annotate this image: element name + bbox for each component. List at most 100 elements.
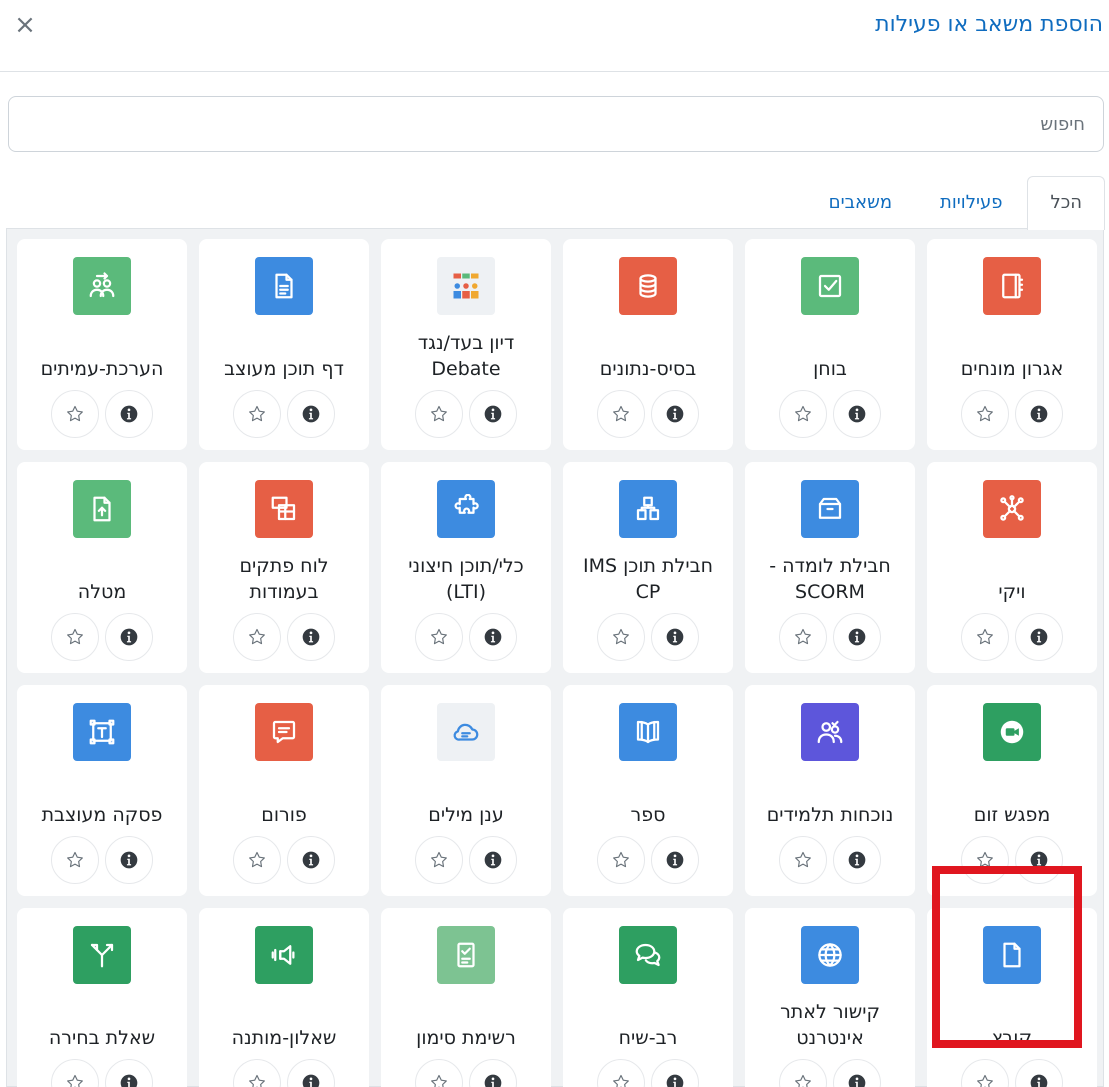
star-icon[interactable]: [415, 1059, 463, 1087]
info-icon[interactable]: [1015, 836, 1063, 884]
wiki-icon: [983, 480, 1041, 538]
info-icon[interactable]: [1015, 613, 1063, 661]
star-icon[interactable]: [597, 390, 645, 438]
database-icon: [619, 257, 677, 315]
star-icon[interactable]: [51, 1059, 99, 1087]
star-icon[interactable]: [51, 390, 99, 438]
star-icon[interactable]: [597, 613, 645, 661]
module-card[interactable]: לוח פתקים בעמודות: [199, 462, 369, 673]
star-icon[interactable]: [233, 613, 281, 661]
info-icon[interactable]: [105, 613, 153, 661]
tab-resources[interactable]: משאבים: [806, 176, 915, 230]
info-icon[interactable]: [651, 1059, 699, 1087]
star-icon[interactable]: [961, 613, 1009, 661]
module-card[interactable]: שאלון-מותנה: [199, 908, 369, 1087]
tab-activities[interactable]: פעילויות: [917, 176, 1025, 230]
module-actions: [51, 613, 153, 661]
star-icon[interactable]: [779, 390, 827, 438]
info-icon[interactable]: [651, 390, 699, 438]
star-icon[interactable]: [51, 613, 99, 661]
star-icon[interactable]: [233, 836, 281, 884]
module-name: דיון בעד/נגד Debate: [417, 332, 515, 380]
module-card[interactable]: דף תוכן מעוצב: [199, 239, 369, 450]
module-card[interactable]: מטלה: [17, 462, 187, 673]
module-name: לוח פתקים בעמודות: [239, 555, 329, 603]
module-name: אגרון מונחים: [960, 358, 1064, 380]
dialog-title: הוספת משאב או פעילות: [875, 12, 1103, 37]
info-icon[interactable]: [105, 836, 153, 884]
module-card[interactable]: חבילת לומדה - SCORM: [745, 462, 915, 673]
module-card[interactable]: ענן מילים: [381, 685, 551, 896]
module-card[interactable]: כלי/תוכן חיצוני (LTI): [381, 462, 551, 673]
info-icon[interactable]: [833, 1059, 881, 1087]
module-name: שאלון-מותנה: [231, 1027, 337, 1049]
star-icon[interactable]: [597, 1059, 645, 1087]
star-icon[interactable]: [415, 613, 463, 661]
info-icon[interactable]: [469, 836, 517, 884]
module-card[interactable]: קובץ: [927, 908, 1097, 1087]
module-card[interactable]: בוחן: [745, 239, 915, 450]
module-card[interactable]: פורום: [199, 685, 369, 896]
star-icon[interactable]: [233, 1059, 281, 1087]
checklist-icon: [437, 926, 495, 984]
tab-all[interactable]: הכל: [1027, 176, 1105, 230]
module-name: נוכחות תלמידים: [766, 804, 894, 826]
file-icon: [983, 926, 1041, 984]
star-icon[interactable]: [779, 1059, 827, 1087]
info-icon[interactable]: [833, 836, 881, 884]
module-card[interactable]: שאלת בחירה: [17, 908, 187, 1087]
star-icon[interactable]: [961, 836, 1009, 884]
module-card[interactable]: אגרון מונחים: [927, 239, 1097, 450]
module-card[interactable]: רשימת סימון: [381, 908, 551, 1087]
info-icon[interactable]: [287, 390, 335, 438]
module-card[interactable]: מפגש זום: [927, 685, 1097, 896]
module-card[interactable]: ויקי: [927, 462, 1097, 673]
info-icon[interactable]: [651, 613, 699, 661]
close-button[interactable]: ×: [10, 10, 40, 40]
info-icon[interactable]: [833, 390, 881, 438]
info-icon[interactable]: [287, 613, 335, 661]
module-card[interactable]: בסיס-נתונים: [563, 239, 733, 450]
star-icon[interactable]: [779, 836, 827, 884]
star-icon[interactable]: [51, 836, 99, 884]
module-actions: [415, 390, 517, 438]
module-name: מטלה: [77, 581, 127, 603]
module-actions: [597, 836, 699, 884]
search-input[interactable]: [8, 96, 1104, 152]
info-icon[interactable]: [651, 836, 699, 884]
module-card[interactable]: נוכחות תלמידים: [745, 685, 915, 896]
module-actions: [51, 390, 153, 438]
module-card[interactable]: ספר: [563, 685, 733, 896]
info-icon[interactable]: [833, 613, 881, 661]
info-icon[interactable]: [1015, 390, 1063, 438]
module-name: ספר: [630, 804, 666, 826]
module-card[interactable]: הערכת-עמיתים: [17, 239, 187, 450]
info-icon[interactable]: [469, 613, 517, 661]
info-icon[interactable]: [287, 1059, 335, 1087]
module-actions: [961, 836, 1063, 884]
star-icon[interactable]: [415, 836, 463, 884]
star-icon[interactable]: [597, 836, 645, 884]
module-name: קישור לאתר אינטרנט: [780, 1001, 880, 1049]
glossary-icon: [983, 257, 1041, 315]
star-icon[interactable]: [233, 390, 281, 438]
info-icon[interactable]: [105, 390, 153, 438]
star-icon[interactable]: [779, 613, 827, 661]
module-actions: [233, 836, 335, 884]
module-card[interactable]: פסקה מעוצבת: [17, 685, 187, 896]
info-icon[interactable]: [287, 836, 335, 884]
module-card[interactable]: דיון בעד/נגד Debate: [381, 239, 551, 450]
module-card[interactable]: חבילת תוכן IMS CP: [563, 462, 733, 673]
info-icon[interactable]: [105, 1059, 153, 1087]
module-card[interactable]: רב-שיח: [563, 908, 733, 1087]
star-icon[interactable]: [415, 390, 463, 438]
info-icon[interactable]: [469, 1059, 517, 1087]
star-icon[interactable]: [961, 1059, 1009, 1087]
star-icon[interactable]: [961, 390, 1009, 438]
module-actions: [415, 1059, 517, 1087]
module-card[interactable]: קישור לאתר אינטרנט: [745, 908, 915, 1087]
info-icon[interactable]: [469, 390, 517, 438]
module-actions: [597, 390, 699, 438]
info-icon[interactable]: [1015, 1059, 1063, 1087]
module-name: חבילת לומדה - SCORM: [769, 555, 891, 603]
